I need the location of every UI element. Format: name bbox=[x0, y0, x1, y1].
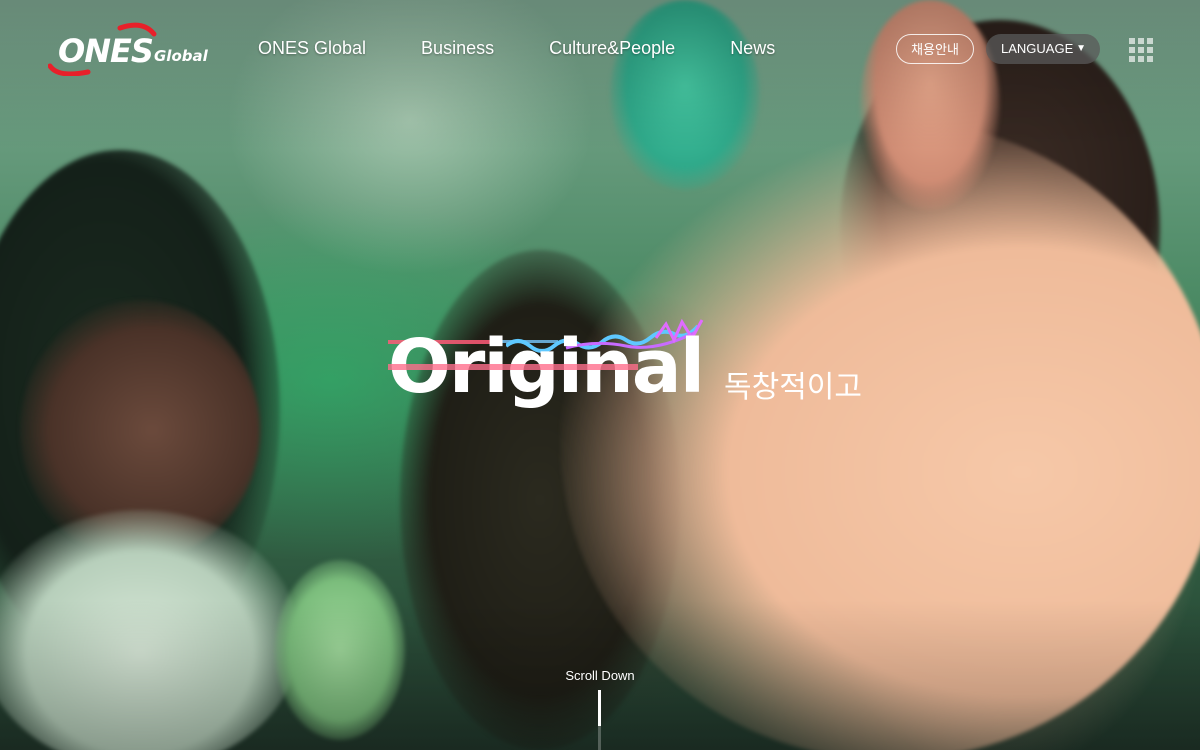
main-nav: ONES Global Business Culture&People News bbox=[258, 38, 775, 62]
logo-subtitle: Global bbox=[154, 47, 208, 65]
headline-subtext: 독창적이고 bbox=[724, 371, 862, 404]
nav-item-business[interactable]: Business bbox=[421, 38, 494, 62]
glitch-decoration bbox=[388, 364, 638, 370]
nav-item-news[interactable]: News bbox=[730, 38, 775, 62]
scroll-indicator bbox=[598, 690, 601, 750]
hero-section: ONES Global ONES Global Business Culture… bbox=[0, 0, 1200, 750]
recruit-button[interactable]: 채용안내 bbox=[896, 34, 974, 64]
grid-menu-icon[interactable] bbox=[1129, 38, 1153, 62]
nav-item-culture-people[interactable]: Culture&People bbox=[549, 38, 675, 62]
scroll-down-label[interactable]: Scroll Down bbox=[550, 668, 650, 683]
caret-down-icon: ▼ bbox=[1076, 43, 1086, 54]
language-label: LANGUAGE bbox=[1001, 41, 1074, 56]
nav-item-ones-global[interactable]: ONES Global bbox=[258, 38, 366, 62]
hero-headline: Original 독창적이고 bbox=[388, 318, 888, 428]
scroll-indicator-fill bbox=[598, 690, 601, 726]
site-header: ONES Global ONES Global Business Culture… bbox=[0, 0, 1200, 100]
logo-wordmark: ONES bbox=[58, 32, 154, 70]
language-selector[interactable]: LANGUAGE ▼ bbox=[986, 34, 1100, 64]
site-logo[interactable]: ONES Global bbox=[48, 22, 208, 76]
